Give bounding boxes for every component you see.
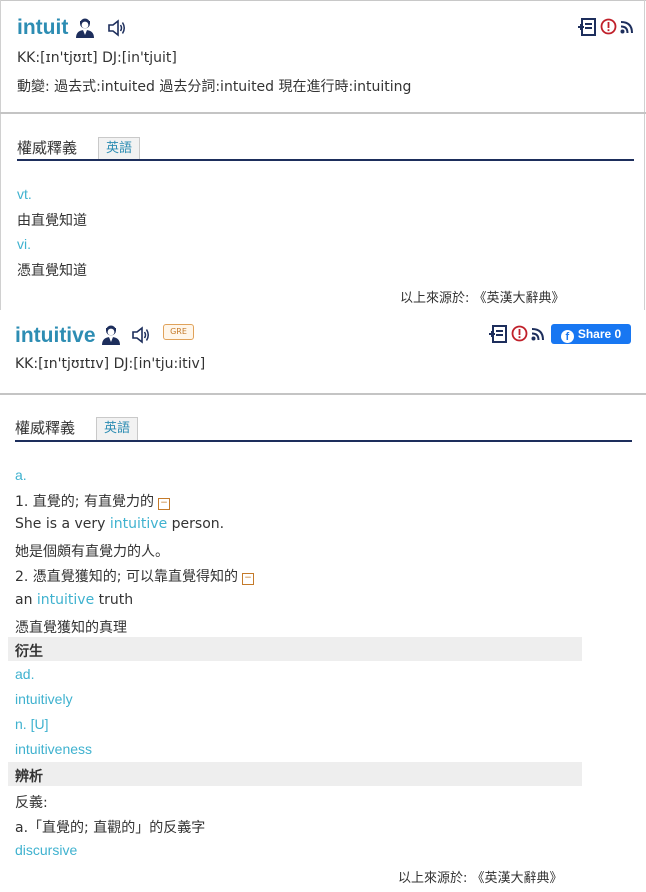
antonym-word-link[interactable]: discursive [15, 842, 77, 858]
sense-1: 1. 直覺的; 有直覺力的 − [15, 491, 170, 511]
entry1-border-top [0, 0, 646, 1]
source-attribution: 以上來源於: 《英漢大辭典》 [400, 291, 565, 306]
derived-header-bg [8, 637, 582, 661]
speaker-icon[interactable] [107, 19, 127, 37]
report-icon[interactable] [600, 18, 617, 35]
pronunciation: KK:[ɪn'tjʊɪt] DJ:[in'tjuit] [17, 50, 177, 66]
sense-2-text: 2. 憑直覺獲知的; 可以靠直覺得知的 [15, 569, 238, 585]
section-title: 權威釋義 [15, 419, 76, 437]
definition: 憑直覺知道 [17, 263, 87, 279]
part-of-speech: vi. [17, 236, 31, 252]
wordbook-icon[interactable] [489, 325, 507, 343]
tab-english[interactable]: 英語 [98, 137, 140, 160]
facebook-share-button[interactable]: f Share 0 [551, 324, 631, 344]
tab-english[interactable]: 英語 [96, 417, 138, 440]
section-underline [15, 440, 632, 442]
headword: intuit [17, 16, 69, 39]
derived-label: 衍生 [15, 644, 43, 660]
example-text: truth [94, 592, 134, 608]
analysis-header-bg [8, 762, 582, 786]
part-of-speech: a. [15, 467, 27, 483]
headword: intuitive [15, 324, 96, 347]
wordbook-icon[interactable] [578, 18, 596, 36]
expert-icon[interactable] [100, 324, 122, 346]
inflections: 動變: 過去式:intuited 過去分詞:intuited 現在進行時:int… [17, 79, 412, 95]
part-of-speech: ad. [15, 666, 35, 682]
part-of-speech: n. [U] [15, 716, 49, 732]
section-underline [17, 159, 634, 161]
rss-icon[interactable] [620, 19, 634, 34]
share-label: Share 0 [577, 327, 622, 341]
antonym-description: a.「直覺的; 直觀的」的反義字 [15, 820, 206, 836]
example-translation: 她是個頗有直覺力的人。 [15, 544, 169, 560]
keyword-highlight[interactable]: intuitive [37, 592, 94, 608]
expert-icon[interactable] [74, 17, 96, 39]
collapse-toggle[interactable]: − [241, 573, 254, 585]
antonym-label: 反義: [15, 795, 48, 811]
entry1-border-left [0, 0, 1, 310]
derived-word-link[interactable]: intuitively [15, 691, 73, 707]
keyword-highlight[interactable]: intuitive [110, 516, 167, 532]
report-icon[interactable] [511, 325, 528, 342]
example-text: She is a very [15, 516, 110, 532]
example-text: an [15, 592, 37, 608]
rss-icon[interactable] [531, 326, 545, 341]
example-text: person. [167, 516, 225, 532]
sense-2: 2. 憑直覺獲知的; 可以靠直覺得知的 − [15, 566, 254, 586]
section-divider [0, 112, 646, 114]
derived-word-link[interactable]: intuitiveness [15, 741, 92, 757]
section-divider [0, 393, 646, 395]
facebook-icon: f [560, 330, 574, 343]
source-attribution: 以上來源於: 《英漢大辭典》 [398, 871, 563, 886]
definition: 由直覺知道 [17, 213, 87, 229]
pronunciation: KK:[ɪn'tjʊɪtɪv] DJ:[in'tju:itiv] [15, 356, 206, 372]
collapse-toggle[interactable]: − [157, 498, 170, 510]
analysis-label: 辨析 [15, 769, 43, 785]
part-of-speech: vt. [17, 186, 32, 202]
example-sentence: an intuitive truth [15, 592, 133, 608]
entry1-border-right [644, 0, 645, 310]
sense-1-text: 1. 直覺的; 有直覺力的 [15, 494, 154, 510]
example-sentence: She is a very intuitive person. [15, 516, 224, 532]
gre-badge: GRE [163, 324, 194, 340]
section-title: 權威釋義 [17, 139, 78, 157]
example-translation: 憑直覺獲知的真理 [15, 620, 127, 636]
speaker-icon[interactable] [131, 326, 151, 344]
